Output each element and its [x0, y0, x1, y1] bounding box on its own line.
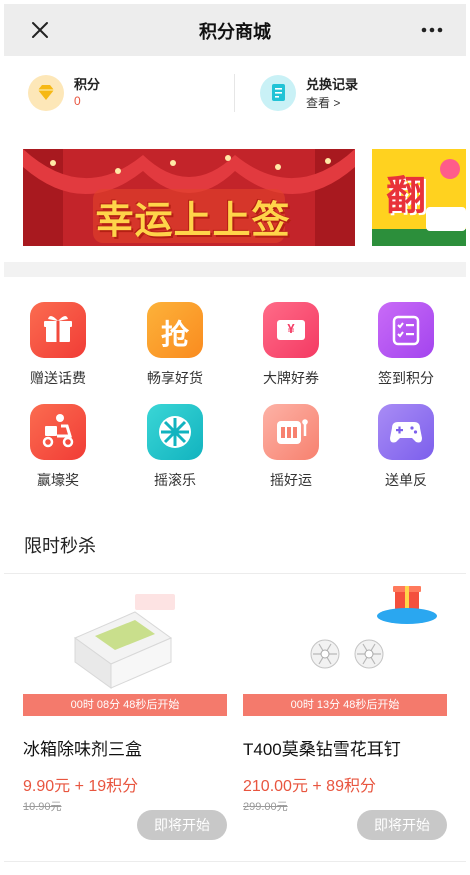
grid-item-lucky[interactable]: 摇好运 — [243, 404, 339, 490]
grid-item-slr[interactable]: 送单反 — [358, 404, 454, 490]
points-label: 积分 — [74, 77, 101, 92]
grid-label: 赠送话费 — [30, 370, 86, 386]
product-name: T400莫桑钻雪花耳钉 — [243, 740, 401, 759]
exchange-label: 兑换记录 — [306, 77, 359, 92]
original-price: 299.00元 — [243, 801, 288, 813]
countdown-bar: 00时 13分 48秒后开始 — [243, 694, 447, 716]
grid-label: 畅享好货 — [147, 370, 203, 386]
grid-item-gift[interactable]: 赠送话费 — [10, 302, 106, 388]
yen-glyph: ¥ — [287, 321, 295, 336]
coupon-icon: ¥ — [263, 302, 319, 358]
gamepad-icon — [378, 404, 434, 460]
section-title: 限时秒杀 — [24, 536, 96, 556]
coming-soon-button[interactable]: 即将开始 — [357, 810, 447, 840]
divider — [4, 573, 466, 574]
grid-label: 签到积分 — [378, 370, 434, 386]
coming-soon-button[interactable]: 即将开始 — [137, 810, 227, 840]
slot-machine-icon — [263, 404, 319, 460]
product-card[interactable]: 00时 08分 48秒后开始 冰箱除味剂三盒 9.90元 + 19积分 10.9… — [23, 576, 227, 851]
banner-lucky-draw[interactable]: 幸运上上签 — [23, 149, 355, 246]
points-entry[interactable]: 积分 0 — [28, 72, 208, 116]
more-dots-icon[interactable] — [420, 26, 444, 34]
divider — [234, 74, 235, 112]
grid-item-spin[interactable]: 摇滚乐 — [127, 404, 223, 490]
exchange-link[interactable]: 查看 > — [306, 94, 340, 111]
top-bar: 积分商城 — [4, 4, 466, 56]
grab-glyph: 抢 — [160, 318, 189, 351]
grid-label: 摇好运 — [270, 472, 312, 488]
checklist-icon — [378, 302, 434, 358]
product-image — [23, 576, 227, 694]
exchange-record-entry[interactable]: 兑换记录 查看 > — [260, 72, 440, 116]
points-value: 0 — [74, 94, 81, 108]
product-price: 9.90元 + 19积分 — [23, 778, 139, 795]
product-image — [243, 576, 447, 694]
grid-label: 摇滚乐 — [154, 472, 196, 488]
diamond-icon — [28, 75, 64, 111]
record-icon — [260, 75, 296, 111]
grid-label: 送单反 — [385, 472, 427, 488]
points-summary: 积分 0 兑换记录 查看 > — [4, 60, 466, 128]
countdown-bar: 00时 08分 48秒后开始 — [23, 694, 227, 716]
grid-item-grab-goods[interactable]: 抢 畅享好货 — [127, 302, 223, 388]
grid-item-signin[interactable]: 签到积分 — [358, 302, 454, 388]
page-title: 积分商城 — [199, 22, 271, 42]
grid-label: 赢壕奖 — [37, 472, 79, 488]
wheel-icon — [147, 404, 203, 460]
banner-flip-game[interactable]: 翻 — [372, 149, 466, 246]
gift-icon — [30, 302, 86, 358]
grid-label: 大牌好券 — [263, 370, 319, 386]
product-price: 210.00元 + 89积分 — [243, 778, 376, 795]
divider — [4, 861, 466, 862]
banner-title: 幸运上上签 — [95, 198, 291, 242]
product-card[interactable]: 00时 13分 48秒后开始 T400莫桑钻雪花耳钉 210.00元 + 89积… — [243, 576, 447, 851]
grid-item-coupon[interactable]: ¥ 大牌好券 — [243, 302, 339, 388]
product-name: 冰箱除味剂三盒 — [23, 740, 142, 759]
section-divider — [4, 262, 466, 277]
grab-icon: 抢 — [147, 302, 203, 358]
banner-title: 翻 — [386, 173, 426, 219]
original-price: 10.90元 — [23, 801, 62, 813]
delivery-scooter-icon — [30, 404, 86, 460]
grid-item-prize[interactable]: 赢壕奖 — [10, 404, 106, 490]
